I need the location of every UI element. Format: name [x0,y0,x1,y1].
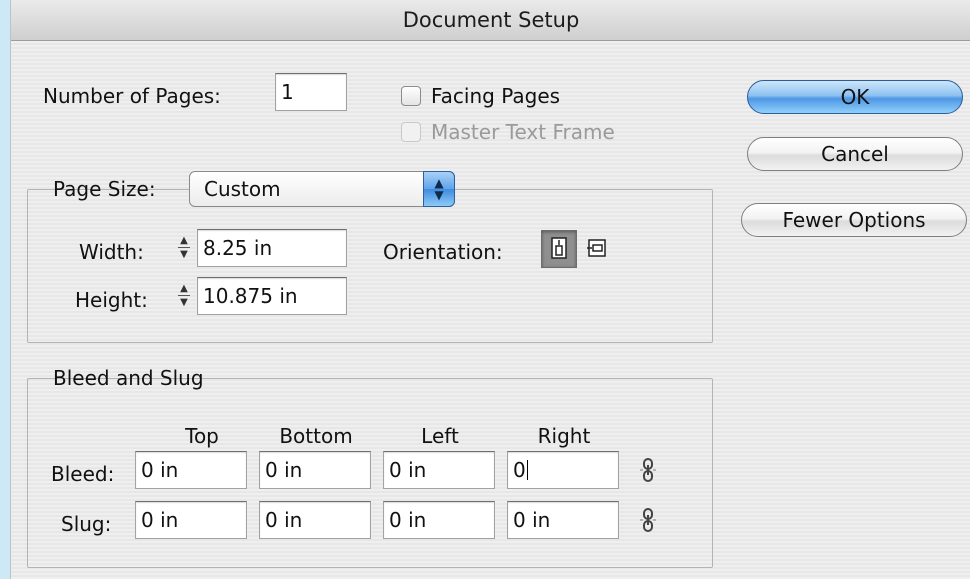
width-input[interactable]: 8.25 in [197,229,347,267]
bleed-link-button[interactable] [637,457,659,483]
bleed-left-input[interactable]: 0 in [383,451,495,489]
text-cursor [526,460,528,480]
width-stepper[interactable]: ▲ ▼ [175,229,193,265]
bleed-label: Bleed: [51,462,115,486]
page-size-selected: Custom [204,177,281,201]
bleed-and-slug-label: Bleed and Slug [53,366,204,390]
slug-link-button[interactable] [637,507,659,533]
slug-right-input[interactable]: 0 in [507,501,619,539]
slug-left-input[interactable]: 0 in [383,501,495,539]
bleed-right-value: 0 [513,458,526,482]
slug-bottom-input[interactable]: 0 in [259,501,371,539]
column-bottom-header: Bottom [279,424,353,448]
portrait-orientation-icon [551,237,567,259]
cancel-button[interactable]: Cancel [747,137,963,171]
landscape-orientation-button[interactable] [579,230,615,268]
portrait-orientation-button[interactable] [541,230,577,268]
slug-label: Slug: [61,512,112,536]
chain-link-icon [640,508,656,532]
popup-arrows-icon: ▲ ▼ [423,171,455,207]
master-text-frame-label: Master Text Frame [431,120,615,144]
column-top-header: Top [185,424,219,448]
page-size-popup[interactable]: Custom ▲ ▼ [189,171,455,207]
landscape-orientation-icon [587,239,606,257]
slug-top-input[interactable]: 0 in [135,501,247,539]
facing-pages-checkbox[interactable] [401,86,421,106]
facing-pages-label[interactable]: Facing Pages [431,84,560,108]
height-input[interactable]: 10.875 in [197,277,347,315]
ok-button[interactable]: OK [747,80,963,114]
dialog-title: Document Setup [11,0,970,41]
bleed-bottom-input[interactable]: 0 in [259,451,371,489]
bleed-right-input[interactable]: 0 [507,451,619,489]
bleed-top-input[interactable]: 0 in [135,451,247,489]
page-size-label: Page Size: [53,177,156,201]
fewer-options-button[interactable]: Fewer Options [741,203,967,237]
number-of-pages-input[interactable]: 1 [275,73,347,111]
document-setup-dialog: Document Setup Number of Pages: 1 Facing… [10,0,970,579]
height-stepper[interactable]: ▲ ▼ [175,277,193,313]
column-left-header: Left [421,424,459,448]
number-of-pages-label: Number of Pages: [43,84,221,108]
width-label: Width: [79,240,144,264]
master-text-frame-checkbox[interactable] [401,122,421,142]
height-label: Height: [75,288,148,312]
orientation-label: Orientation: [383,240,503,264]
chain-link-icon [640,458,656,482]
column-right-header: Right [537,424,591,448]
